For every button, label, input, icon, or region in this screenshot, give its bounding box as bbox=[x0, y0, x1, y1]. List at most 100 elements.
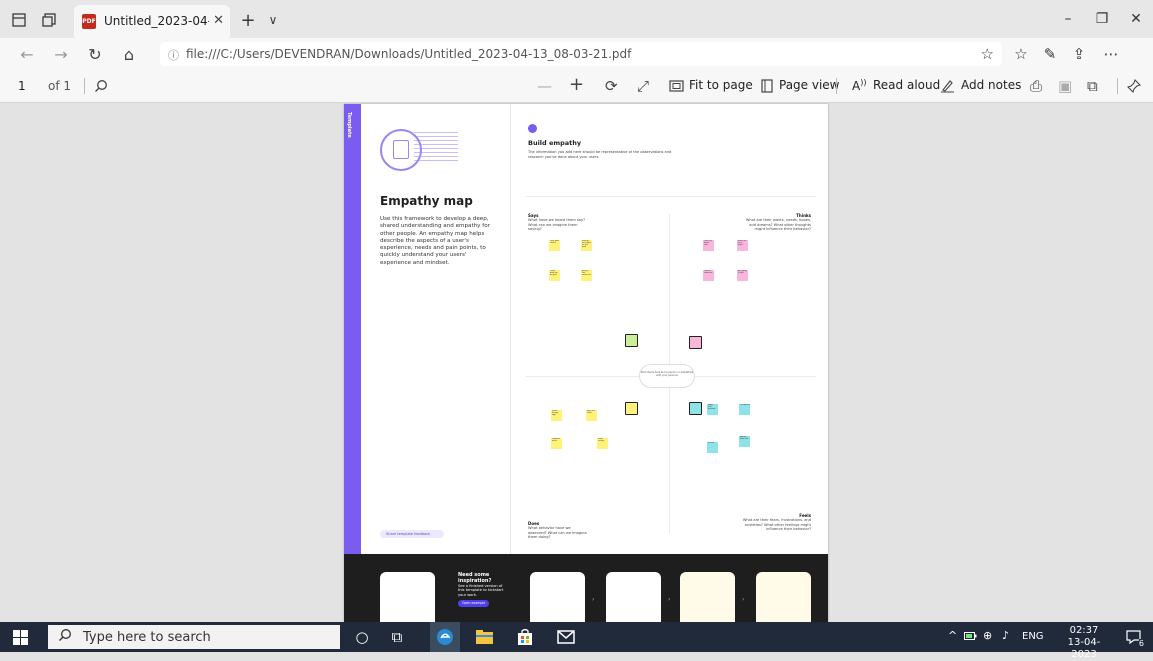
example-thumbnail[interactable] bbox=[606, 572, 661, 622]
print-icon[interactable]: ⎙ bbox=[1030, 76, 1042, 96]
says-quadrant-icon bbox=[625, 334, 638, 347]
search-icon bbox=[58, 628, 72, 642]
sticky-note[interactable]: Nothing I own makes me feel good bbox=[581, 240, 592, 251]
rotate-icon[interactable]: ⟳ bbox=[605, 76, 618, 96]
workspaces-icon[interactable] bbox=[38, 9, 60, 31]
sticky-note[interactable]: Where do I even begin? bbox=[737, 240, 748, 251]
restore-icon[interactable]: ❐ bbox=[1087, 9, 1117, 29]
file-explorer-icon[interactable] bbox=[473, 627, 495, 647]
pdf-file-icon: PDF bbox=[82, 14, 96, 29]
build-empathy-title: Build empathy bbox=[528, 139, 582, 147]
input-language[interactable]: ENG bbox=[1022, 631, 1044, 642]
mail-icon[interactable] bbox=[555, 627, 577, 647]
tab-bar: PDF Untitled_2023-04-13_08 ✕ + ∨ – ❐ ✕ bbox=[0, 0, 1153, 38]
minimize-icon[interactable]: – bbox=[1053, 9, 1083, 29]
fit-to-page-button[interactable]: Fit to page bbox=[689, 78, 753, 92]
taskbar-search-box[interactable]: Type here to search bbox=[48, 625, 340, 649]
example-thumbnail[interactable] bbox=[680, 572, 735, 622]
sticky-note[interactable]: Reads reviews bbox=[597, 438, 608, 449]
page-view-button[interactable]: Page view bbox=[779, 78, 840, 92]
pin-toolbar-icon[interactable] bbox=[1127, 76, 1141, 96]
persona-center: Stick items here and a person or empathi… bbox=[639, 364, 695, 388]
template-description: Use this framework to develop a deep, sh… bbox=[380, 216, 490, 266]
pen-icon[interactable]: ✎ bbox=[1039, 44, 1061, 64]
examples-strip: Need some inspiration? See a finished ve… bbox=[344, 554, 828, 622]
sticky-note[interactable]: I love good clothes bbox=[549, 240, 560, 251]
search-icon[interactable] bbox=[94, 76, 108, 96]
sticky-note[interactable]: I want my dream store bbox=[703, 240, 714, 251]
microsoft-store-icon[interactable] bbox=[514, 627, 536, 647]
battery-icon[interactable] bbox=[964, 631, 977, 644]
sticky-note[interactable]: Anxious about cost bbox=[739, 436, 750, 447]
notifications-icon[interactable]: 6 bbox=[1124, 628, 1144, 648]
tab-list-icon[interactable]: ∨ bbox=[262, 9, 284, 31]
zoom-out-icon[interactable]: — bbox=[537, 76, 552, 96]
template-side-label: Template bbox=[346, 112, 352, 138]
read-aloud-button[interactable]: Read aloud bbox=[873, 78, 940, 92]
sticky-note[interactable]: Buys new shoes bbox=[586, 410, 597, 421]
page-number-input[interactable]: 1 bbox=[18, 79, 26, 93]
show-hidden-icons-icon[interactable]: ^ bbox=[948, 629, 957, 642]
forward-icon[interactable]: → bbox=[50, 44, 72, 64]
tab-title: Untitled_2023-04-13_08 bbox=[104, 14, 209, 28]
sticky-note[interactable]: Excited bbox=[707, 442, 718, 453]
active-tab[interactable]: PDF Untitled_2023-04-13_08 ✕ bbox=[74, 5, 230, 38]
save-as-icon[interactable]: ⧉ bbox=[1087, 76, 1098, 96]
pdf-toolbar: 1 of 1 — + ⟳ ⤢ Fit to page Page view A))… bbox=[0, 70, 1153, 103]
network-icon[interactable]: ⊕ bbox=[983, 629, 992, 642]
example-thumbnail[interactable] bbox=[380, 572, 435, 622]
sticky-note[interactable]: Happy with purchase bbox=[707, 404, 718, 415]
add-notes-icon[interactable] bbox=[940, 76, 955, 96]
zoom-in-icon[interactable]: + bbox=[569, 74, 584, 95]
share-icon[interactable]: ⇪ bbox=[1068, 44, 1090, 64]
sticky-note[interactable]: Scrolls through apps bbox=[551, 410, 562, 421]
page-total: of 1 bbox=[48, 79, 72, 93]
does-quadrant-icon bbox=[625, 402, 638, 415]
pdf-viewer[interactable]: Template Empathy map Use this framework … bbox=[0, 103, 1153, 622]
fit-to-page-icon[interactable] bbox=[669, 76, 684, 96]
does-quadrant-label: Does What behavior have we observed? What… bbox=[528, 521, 587, 539]
refresh-icon[interactable]: ↻ bbox=[84, 44, 106, 64]
clock-time: 02:37 bbox=[1069, 625, 1099, 636]
inspiration-block: Need some inspiration? See a finished ve… bbox=[458, 572, 504, 607]
site-info-icon[interactable]: ⓘ bbox=[168, 47, 179, 63]
inspiration-title: Need some inspiration? bbox=[458, 572, 492, 584]
cortana-icon[interactable]: ○ bbox=[351, 627, 373, 647]
windows-start-icon[interactable] bbox=[12, 629, 28, 645]
edge-browser-icon[interactable] bbox=[430, 622, 460, 652]
open-example-button[interactable]: Open example bbox=[458, 600, 490, 607]
back-icon[interactable]: ← bbox=[16, 44, 38, 64]
template-title: Empathy map bbox=[380, 194, 473, 208]
page-view-icon[interactable] bbox=[760, 76, 774, 96]
fullscreen-icon[interactable]: ⤢ bbox=[637, 76, 649, 96]
sticky-note[interactable]: I want to shop more bbox=[703, 270, 714, 281]
sticky-note[interactable]: Am I doing it right? bbox=[737, 270, 748, 281]
sticky-note[interactable]: Being in love seems nice bbox=[581, 270, 592, 281]
sticky-note[interactable]: I think deals can be great bbox=[549, 270, 560, 281]
home-icon[interactable]: ⌂ bbox=[118, 44, 140, 64]
tab-actions-icon[interactable] bbox=[8, 9, 30, 31]
new-tab-icon[interactable]: + bbox=[237, 9, 259, 31]
empathy-map-board: Build empathy The information you add he… bbox=[511, 104, 828, 554]
example-thumbnail[interactable] bbox=[756, 572, 811, 622]
step-icon bbox=[528, 124, 537, 133]
sticky-note[interactable]: Compares prices bbox=[551, 438, 562, 449]
sticky-note[interactable]: Overwhelmed bbox=[739, 404, 750, 415]
share-feedback-button[interactable]: Share template feedback bbox=[380, 530, 444, 538]
task-view-icon[interactable]: ⧉ bbox=[386, 627, 408, 647]
read-aloud-icon[interactable]: A)) bbox=[852, 78, 866, 93]
save-icon[interactable]: ▣ bbox=[1058, 76, 1072, 96]
says-quadrant-label: Says What have we heard them say? What ca… bbox=[528, 213, 586, 231]
add-notes-button[interactable]: Add notes bbox=[961, 78, 1021, 92]
url-input[interactable]: ⓘ file:///C:/Users/DEVENDRAN/Downloads/U… bbox=[160, 42, 1002, 66]
favorites-icon[interactable]: ☆ bbox=[1010, 44, 1032, 64]
more-icon[interactable]: ⋯ bbox=[1100, 44, 1122, 64]
volume-icon[interactable]: ♪ bbox=[1002, 629, 1009, 642]
close-window-icon[interactable]: ✕ bbox=[1121, 9, 1151, 29]
pdf-page: Template Empathy map Use this framework … bbox=[344, 104, 828, 622]
close-tab-icon[interactable]: ✕ bbox=[213, 13, 224, 28]
arrow-icon: › bbox=[742, 596, 745, 603]
add-favorite-icon[interactable]: ☆ bbox=[981, 45, 994, 63]
example-thumbnail[interactable] bbox=[530, 572, 585, 622]
system-clock[interactable]: 02:37 13-04-2023 bbox=[1060, 625, 1108, 661]
